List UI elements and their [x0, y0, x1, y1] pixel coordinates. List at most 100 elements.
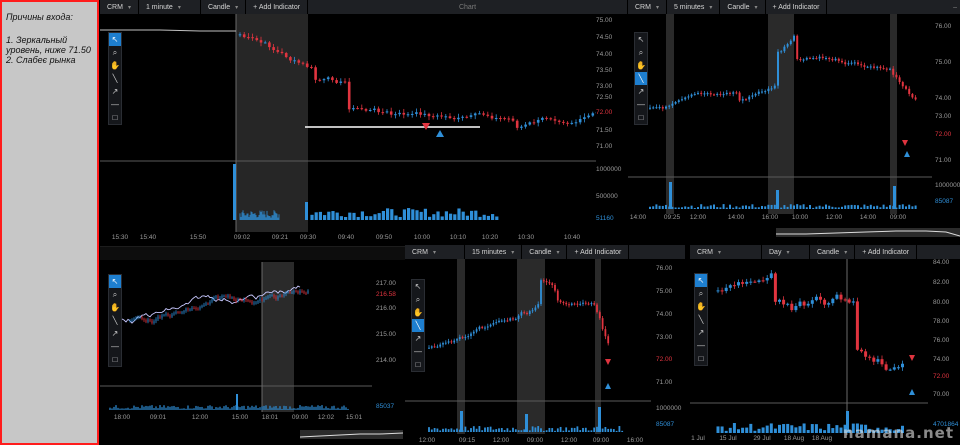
interval-selector[interactable]: Day ▾: [762, 245, 810, 259]
rectangle-icon[interactable]: □: [412, 358, 424, 371]
volume-bar: [482, 214, 486, 220]
price-plot[interactable]: [405, 259, 651, 434]
volume-bar: [783, 205, 786, 209]
candle: [322, 79, 326, 81]
price-plot[interactable]: [628, 14, 932, 214]
volume-bar: [745, 205, 747, 209]
symbol-selector[interactable]: CRM ▾: [100, 0, 139, 14]
candle: [541, 117, 544, 120]
volume-bar: [528, 430, 531, 432]
symbol-selector[interactable]: CRM ▾: [690, 245, 762, 259]
hand-icon[interactable]: ✋: [412, 306, 424, 319]
line-tool-icon[interactable]: ╲: [412, 319, 424, 332]
time-axis: 12:00 09:15 12:00 09:00 12:00 09:00 16:00: [405, 437, 651, 445]
chevron-down-icon: ▾: [235, 4, 239, 11]
volume-bar: [778, 424, 781, 433]
zoom-icon[interactable]: ⌕: [635, 46, 647, 59]
chart-type-selector[interactable]: Candle ▾: [201, 0, 247, 14]
chart-type-selector[interactable]: Candle ▾: [720, 0, 766, 14]
horizontal-line-icon[interactable]: —: [695, 339, 707, 352]
zoom-icon[interactable]: ⌕: [695, 287, 707, 300]
window-title: Chart: [458, 3, 477, 11]
hand-icon[interactable]: ✋: [109, 59, 121, 72]
volume-bar: [277, 217, 279, 220]
hand-icon[interactable]: ✋: [635, 59, 647, 72]
line-tool-icon[interactable]: ╲: [109, 72, 121, 85]
line-tool-icon[interactable]: ╲: [635, 72, 647, 85]
arrow-tool-icon[interactable]: ↗: [695, 326, 707, 339]
chart-panel-15min: CRM ▾ 15 minutes ▾ Candle ▾ + Add Indicator…: [405, 245, 685, 445]
candle: [213, 297, 215, 300]
volume-bar: [209, 405, 211, 410]
interval-selector[interactable]: 1 minute ▾: [139, 0, 201, 14]
add-indicator-button[interactable]: + Add Indicator: [567, 245, 630, 259]
cursor-icon[interactable]: ↖: [635, 33, 647, 46]
volume-bar: [197, 406, 199, 410]
candle: [133, 318, 135, 321]
candle: [806, 303, 810, 306]
candle: [299, 290, 301, 294]
time-navigator[interactable]: [776, 228, 960, 237]
price-axis: 217.00 216.58 216.00 215.00 214.00 85037: [376, 280, 396, 410]
price-plot[interactable]: [100, 262, 372, 412]
arrow-tool-icon[interactable]: ↗: [109, 85, 121, 98]
minimize-icon[interactable]: –: [950, 4, 960, 11]
volume-bar: [251, 212, 253, 220]
candle: [554, 284, 556, 291]
hand-icon[interactable]: ✋: [695, 300, 707, 313]
time-navigator[interactable]: [300, 430, 403, 439]
volume-bar: [266, 210, 268, 220]
price-plot[interactable]: [100, 14, 596, 232]
candle: [601, 318, 604, 330]
line-tool-icon[interactable]: ╲: [695, 313, 707, 326]
interval-selector[interactable]: 5 minutes ▾: [667, 0, 721, 14]
arrow-tool-icon[interactable]: ↗: [109, 327, 121, 340]
rectangle-icon[interactable]: □: [109, 353, 121, 366]
volume-bar: [713, 204, 715, 209]
candle: [573, 303, 576, 305]
interval-selector[interactable]: 15 minutes ▾: [465, 245, 523, 259]
rectangle-icon[interactable]: □: [695, 352, 707, 365]
horizontal-line-icon[interactable]: —: [109, 98, 121, 111]
horizontal-line-icon[interactable]: —: [412, 345, 424, 358]
volume-bar: [327, 211, 331, 220]
cursor-icon[interactable]: ↖: [695, 274, 707, 287]
symbol-selector[interactable]: CRM ▾: [628, 0, 667, 14]
line-tool-icon[interactable]: ╲: [109, 314, 121, 327]
rectangle-icon[interactable]: □: [109, 111, 121, 124]
volume-bar: [834, 207, 837, 209]
price-plot[interactable]: [690, 259, 928, 435]
volume-bar: [565, 427, 568, 432]
rectangle-icon[interactable]: □: [635, 111, 647, 124]
candle: [847, 63, 850, 65]
cursor-icon[interactable]: ↖: [109, 33, 121, 46]
chart-type-selector[interactable]: Candle ▾: [522, 245, 568, 259]
volume-bar: [828, 205, 831, 209]
candle: [339, 81, 343, 83]
candle: [141, 317, 143, 320]
volume-bar: [748, 206, 751, 209]
volume-bar: [461, 211, 465, 220]
candle: [671, 103, 674, 106]
hand-icon[interactable]: ✋: [109, 301, 121, 314]
volume-bar: [386, 208, 390, 220]
add-indicator-button[interactable]: + Add Indicator: [246, 0, 309, 14]
cursor-icon[interactable]: ↖: [412, 280, 424, 293]
horizontal-line-icon[interactable]: —: [109, 340, 121, 353]
symbol-selector[interactable]: CRM ▾: [405, 245, 465, 259]
candle: [427, 113, 431, 117]
cursor-icon[interactable]: ↖: [109, 275, 121, 288]
arrow-tool-icon[interactable]: ↗: [412, 332, 424, 345]
chart-type-selector[interactable]: Candle ▾: [810, 245, 856, 259]
zoom-icon[interactable]: ⌕: [412, 293, 424, 306]
add-indicator-button[interactable]: + Add Indicator: [855, 245, 918, 259]
add-indicator-button[interactable]: + Add Indicator: [766, 0, 828, 14]
arrow-tool-icon[interactable]: ↗: [635, 85, 647, 98]
horizontal-line-icon[interactable]: —: [635, 98, 647, 111]
zoom-icon[interactable]: ⌕: [109, 288, 121, 301]
candle: [215, 296, 217, 298]
candle: [674, 101, 677, 104]
volume-bar: [207, 405, 209, 410]
volume-bar: [709, 205, 712, 209]
zoom-icon[interactable]: ⌕: [109, 46, 121, 59]
